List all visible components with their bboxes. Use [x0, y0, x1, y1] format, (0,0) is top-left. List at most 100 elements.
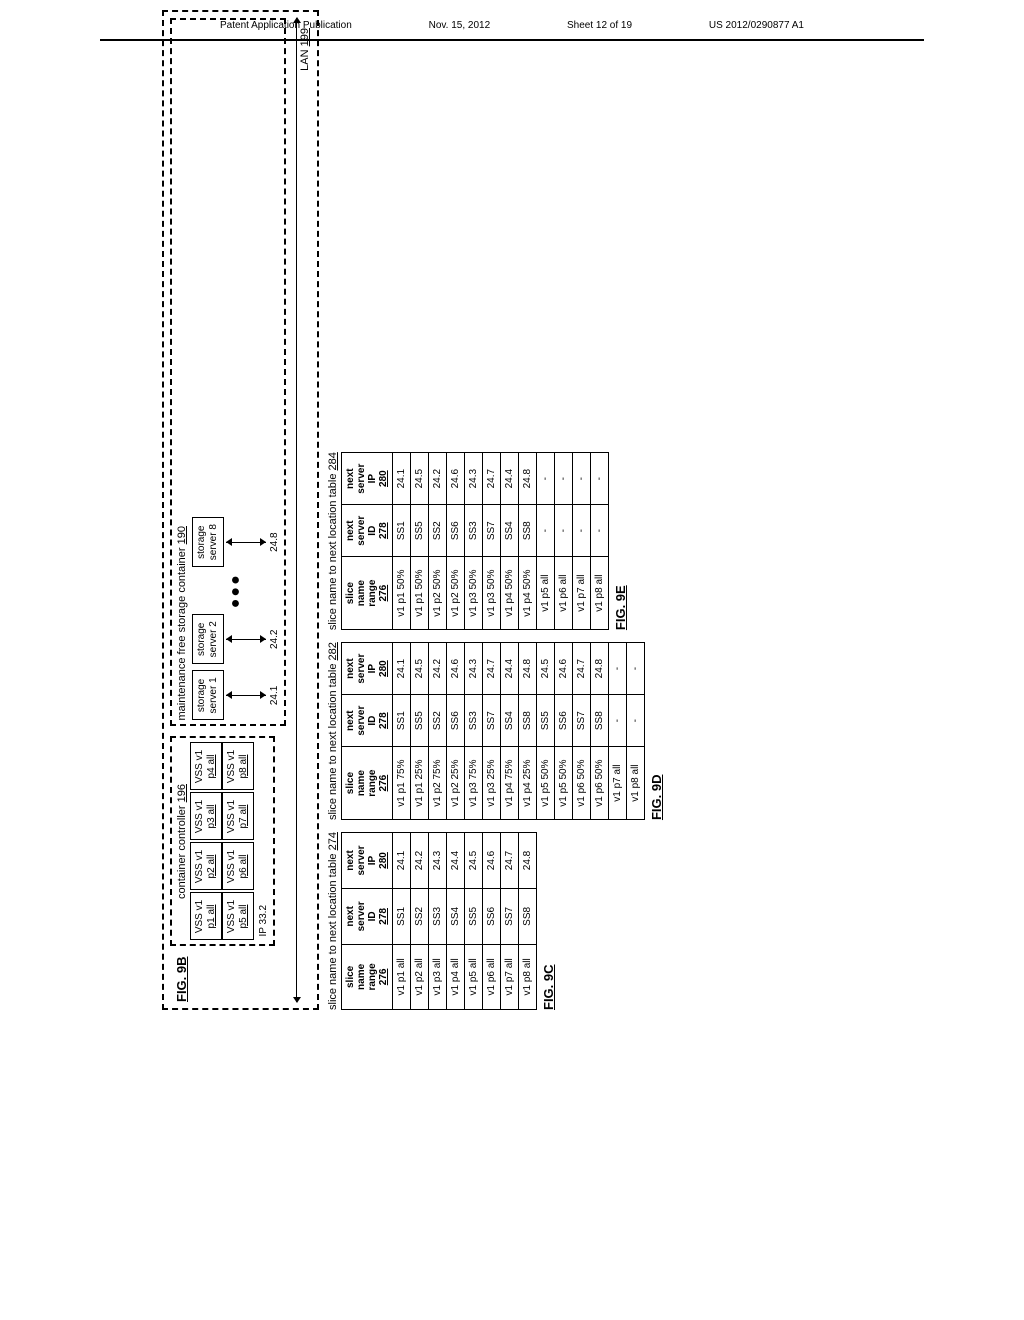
- table-cell: -: [573, 453, 591, 505]
- table-cell: 24.1: [393, 453, 411, 505]
- table-cell: -: [555, 505, 573, 557]
- table-cell: 24.5: [537, 643, 555, 695]
- table-cell: 24.7: [501, 833, 519, 889]
- table-row: v1 p4 50%SS824.8: [519, 453, 537, 630]
- table-row: v1 p5 50%SS624.6: [555, 643, 573, 820]
- table-cell: v1 p2 75%: [429, 747, 447, 820]
- table-cell: v1 p4 25%: [519, 747, 537, 820]
- col-header: nextserverID278: [342, 695, 393, 747]
- table-cell: 24.5: [411, 453, 429, 505]
- table-cell: v1 p2 50%: [447, 557, 465, 630]
- table-row: v1 p4 50%SS424.4: [501, 453, 519, 630]
- table-cell: SS8: [591, 695, 609, 747]
- table-row: v1 p3 25%SS724.7: [483, 643, 501, 820]
- table-cell: 24.8: [519, 833, 537, 889]
- table-row: v1 p3 50%SS724.7: [483, 453, 501, 630]
- table-row: v1 p5 allSS524.5: [465, 833, 483, 1010]
- col-header: nextserverID278: [342, 888, 393, 944]
- table-9c: slice name to next location table 274sli…: [325, 832, 537, 1010]
- table-cell: -: [609, 643, 627, 695]
- table-row: v1 p7 all--: [609, 643, 627, 820]
- table-cell: -: [573, 505, 591, 557]
- table-cell: 24.3: [429, 833, 447, 889]
- server-ip: 24.1: [269, 686, 280, 705]
- table-9d-group: slice name to next location table 282sli…: [325, 642, 664, 820]
- table-cell: v1 p1 all: [393, 944, 411, 1009]
- table-cell: v1 p6 50%: [573, 747, 591, 820]
- table-row: v1 p5 all--: [537, 453, 555, 630]
- vss-cell: VSS v1p8 all: [222, 742, 254, 790]
- table-cell: -: [591, 505, 609, 557]
- table-row: v1 p2 50%SS624.6: [447, 453, 465, 630]
- table-row: v1 p2 allSS224.2: [411, 833, 429, 1010]
- table-row: v1 p1 allSS124.1: [393, 833, 411, 1010]
- table-cell: v1 p1 50%: [411, 557, 429, 630]
- table-cell: SS3: [465, 695, 483, 747]
- fig-9e-label: FIG. 9E: [613, 585, 628, 630]
- controller-box: container controller 196 VSS v1p1 allVSS…: [170, 736, 275, 946]
- table-cell: SS6: [483, 888, 501, 944]
- lan-line: [296, 18, 297, 1002]
- table-cell: 24.8: [519, 453, 537, 505]
- table-cell: SS8: [519, 505, 537, 557]
- col-header: nextserverIP280: [342, 833, 393, 889]
- table-row: v1 p1 50%SS524.5: [411, 453, 429, 630]
- col-header: nextserverID278: [342, 505, 393, 557]
- table-row: v1 p6 all--: [555, 453, 573, 630]
- table-cell: SS4: [447, 888, 465, 944]
- vss-cell: VSS v1p7 all: [222, 792, 254, 840]
- table-cell: v1 p4 50%: [519, 557, 537, 630]
- table-row: v1 p1 50%SS124.1: [393, 453, 411, 630]
- server-col: storage server 824.8: [192, 517, 280, 567]
- table-cell: v1 p4 75%: [501, 747, 519, 820]
- table-cell: v1 p6 all: [483, 944, 501, 1009]
- table-cell: 24.6: [447, 643, 465, 695]
- table-cell: SS6: [555, 695, 573, 747]
- server-box: storage server 2: [192, 614, 224, 664]
- table-cell: v1 p7 all: [609, 747, 627, 820]
- table-caption: slice name to next location table 274: [325, 832, 341, 1010]
- table-cell: v1 p4 all: [447, 944, 465, 1009]
- table-cell: 24.4: [501, 643, 519, 695]
- table-row: v1 p3 50%SS324.3: [465, 453, 483, 630]
- table-caption: slice name to next location table 284: [325, 452, 341, 630]
- table-cell: 24.1: [393, 833, 411, 889]
- ellipsis-icon: ●●●: [227, 573, 245, 608]
- table-row: v1 p2 25%SS624.6: [447, 643, 465, 820]
- table-cell: 24.8: [591, 643, 609, 695]
- table-cell: SS1: [393, 505, 411, 557]
- table-cell: 24.1: [393, 643, 411, 695]
- table-cell: v1 p4 50%: [501, 557, 519, 630]
- table-cell: SS7: [573, 695, 591, 747]
- table-cell: SS5: [411, 505, 429, 557]
- table-9c-group: slice name to next location table 274sli…: [325, 832, 556, 1010]
- table-cell: v1 p8 all: [519, 944, 537, 1009]
- table-cell: SS8: [519, 695, 537, 747]
- table-cell: v1 p5 50%: [555, 747, 573, 820]
- table-cell: v1 p6 50%: [591, 747, 609, 820]
- table-cell: v1 p8 all: [591, 557, 609, 630]
- table-cell: -: [627, 643, 645, 695]
- vss-cell: VSS v1p6 all: [222, 842, 254, 890]
- vss-cell: VSS v1p4 all: [190, 742, 222, 790]
- table-row: v1 p6 50%SS724.7: [573, 643, 591, 820]
- server-ip: 24.2: [269, 630, 280, 649]
- storage-title: maintenance free storage container 190: [176, 24, 188, 720]
- table-cell: 24.5: [411, 643, 429, 695]
- table-cell: v1 p6 all: [555, 557, 573, 630]
- controller-ip: IP 33.2: [258, 742, 269, 940]
- table-cell: v1 p3 75%: [465, 747, 483, 820]
- table-row: v1 p1 75%SS124.1: [393, 643, 411, 820]
- table-cell: -: [555, 453, 573, 505]
- table-cell: SS5: [537, 695, 555, 747]
- table-cell: SS2: [429, 695, 447, 747]
- table-9e: slice name to next location table 284sli…: [325, 452, 609, 630]
- table-cell: 24.5: [465, 833, 483, 889]
- table-row: v1 p8 all--: [627, 643, 645, 820]
- table-cell: 24.8: [519, 643, 537, 695]
- table-cell: v1 p5 all: [465, 944, 483, 1009]
- table-cell: SS4: [501, 505, 519, 557]
- table-row: v1 p3 allSS324.3: [429, 833, 447, 1010]
- double-arrow-icon: [226, 639, 266, 640]
- double-arrow-icon: [226, 695, 266, 696]
